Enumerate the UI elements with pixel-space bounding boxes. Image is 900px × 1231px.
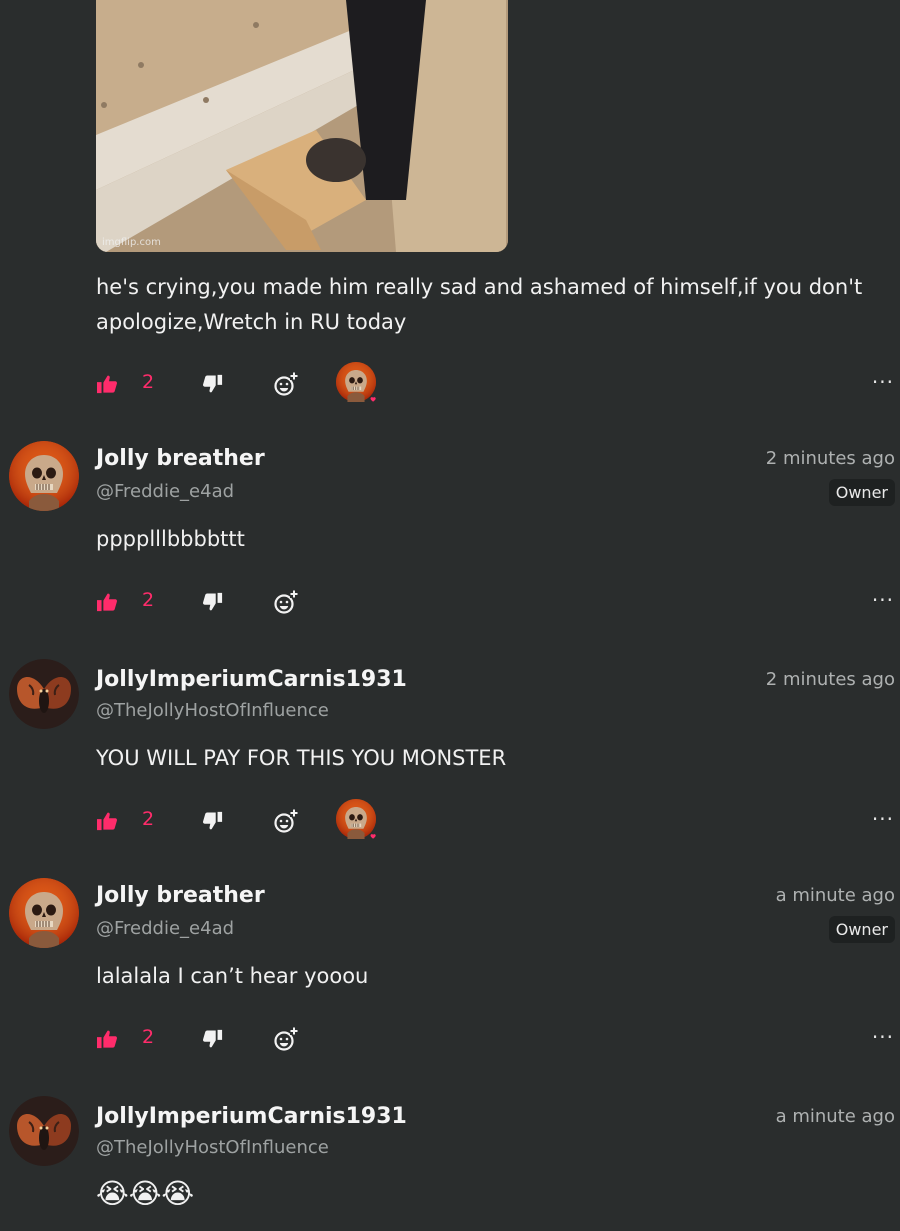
comment-timestamp: 2 minutes ago: [765, 448, 895, 469]
avatar[interactable]: [9, 441, 79, 511]
like-count: 2: [142, 808, 155, 830]
comment-text-line: he's crying,you made him really sad and …: [96, 275, 863, 299]
reactor-avatar[interactable]: [334, 362, 378, 406]
more-options-icon[interactable]: ···: [872, 372, 894, 392]
comment-text: 😭😭😭: [96, 1177, 195, 1210]
comment-text: lalalala I can’t hear yooou: [96, 964, 369, 988]
avatar[interactable]: [9, 659, 79, 729]
comment-timestamp: 2 minutes ago: [765, 669, 895, 690]
comment-username[interactable]: Jolly breather: [96, 883, 265, 908]
comment-timestamp: a minute ago: [775, 885, 895, 906]
more-options-icon[interactable]: ···: [872, 809, 894, 829]
comment-actions: 2 ···: [96, 582, 900, 622]
comment-gif-image[interactable]: imgflip.com: [96, 0, 508, 252]
avatar[interactable]: [9, 1096, 79, 1166]
add-reaction-icon[interactable]: [273, 371, 299, 397]
comment-timestamp: a minute ago: [775, 1106, 895, 1127]
thumbs-up-icon[interactable]: [96, 374, 118, 394]
add-reaction-icon[interactable]: [273, 1026, 299, 1052]
thumbs-up-icon[interactable]: [96, 1029, 118, 1049]
like-count: 2: [142, 371, 155, 393]
comment-handle[interactable]: @TheJollyHostOfInfluence: [96, 1137, 329, 1158]
comment-username[interactable]: Jolly breather: [96, 446, 265, 471]
thumbs-down-icon[interactable]: [202, 811, 224, 831]
comment-username[interactable]: JollyImperiumCarnis1931: [96, 667, 407, 692]
add-reaction-icon[interactable]: [273, 589, 299, 615]
more-options-icon[interactable]: ···: [872, 590, 894, 610]
comment-actions: 2 ···: [96, 801, 900, 841]
thumbs-down-icon[interactable]: [202, 592, 224, 612]
add-reaction-icon[interactable]: [273, 808, 299, 834]
comment-text: YOU WILL PAY FOR THIS YOU MONSTER: [96, 746, 507, 770]
thumbs-down-icon[interactable]: [202, 374, 224, 394]
comment-handle[interactable]: @Freddie_e4ad: [96, 481, 234, 502]
thumbs-down-icon[interactable]: [202, 1029, 224, 1049]
gif-watermark: imgflip.com: [102, 237, 161, 248]
like-count: 2: [142, 1026, 155, 1048]
comment-text: pppplllbbbbttt: [96, 527, 245, 551]
comment-text: he's crying,you made him really sad and …: [96, 270, 896, 340]
comment-text-line: apologize,Wretch in RU today: [96, 310, 407, 334]
owner-badge: Owner: [828, 916, 895, 943]
thumbs-up-icon[interactable]: [96, 811, 118, 831]
comment-handle[interactable]: @Freddie_e4ad: [96, 918, 234, 939]
more-options-icon[interactable]: ···: [872, 1027, 894, 1047]
comment-username[interactable]: JollyImperiumCarnis1931: [96, 1104, 407, 1129]
comment-actions: 2 ···: [96, 364, 900, 404]
thumbs-up-icon[interactable]: [96, 592, 118, 612]
avatar[interactable]: [9, 878, 79, 948]
reactor-avatar[interactable]: [334, 799, 378, 843]
like-count: 2: [142, 589, 155, 611]
comment-actions: 2 ···: [96, 1019, 900, 1059]
comment-handle[interactable]: @TheJollyHostOfInfluence: [96, 700, 329, 721]
owner-badge: Owner: [828, 479, 895, 506]
